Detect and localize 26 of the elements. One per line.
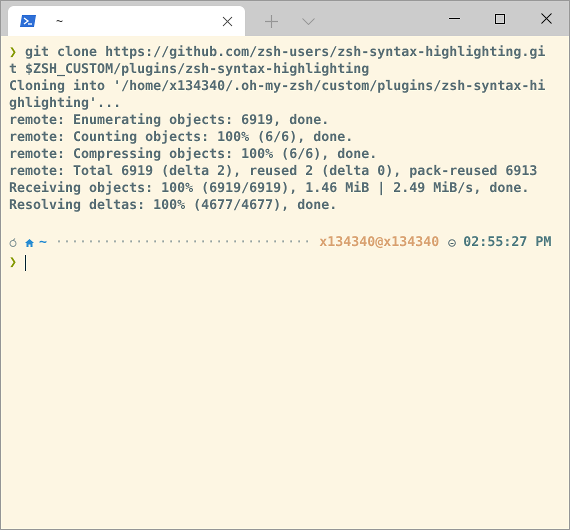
- output-line: Cloning into '/home/x134340/.oh-my-zsh/custom/plugins/zsh-syntax-hi: [9, 78, 546, 95]
- user-host: x134340@x134340: [319, 234, 440, 251]
- close-icon[interactable]: [222, 16, 233, 26]
- output-line: remote: Total 6919 (delta 2), reused 2 (delta 0), pack-reused 6913: [9, 163, 538, 180]
- maximize-icon[interactable]: [495, 14, 505, 24]
- command-text: git clone https://github.com/zsh-users/zsh-syntax-highlighting.gi: [25, 44, 546, 61]
- output-line: Receiving objects: 100% (6919/6919), 1.46 MiB | 2.49 MiB/s, done.: [9, 180, 530, 197]
- tab[interactable]: ~: [8, 6, 245, 36]
- prompt-symbol: ❯: [9, 254, 18, 271]
- home-icon: [25, 238, 34, 246]
- tab-title: ~: [56, 13, 64, 30]
- prompt-symbol: ❯: [9, 44, 18, 61]
- dotted-filler: ································: [55, 234, 312, 251]
- close-icon[interactable]: [540, 13, 552, 24]
- output-line: remote: Compressing objects: 100% (6/6), done.: [9, 146, 378, 163]
- output-line: ghlighting'...: [9, 95, 122, 112]
- output-line: remote: Enumerating objects: 6919, done.: [9, 112, 330, 129]
- output-line: t $ZSH_CUSTOM/plugins/zsh-syntax-highlighting: [9, 61, 370, 78]
- cursor: [25, 254, 26, 270]
- clock-icon: [448, 238, 456, 246]
- minimize-icon[interactable]: [448, 18, 460, 19]
- output-line: Resolving deltas: 100% (4677/4677), done.: [9, 197, 338, 214]
- time-text: 02:55:27 PM: [463, 234, 552, 251]
- directory-text: ~: [39, 234, 48, 251]
- terminal-icon: [20, 15, 36, 27]
- output-line: remote: Counting objects: 100% (6/6), done.: [9, 129, 354, 146]
